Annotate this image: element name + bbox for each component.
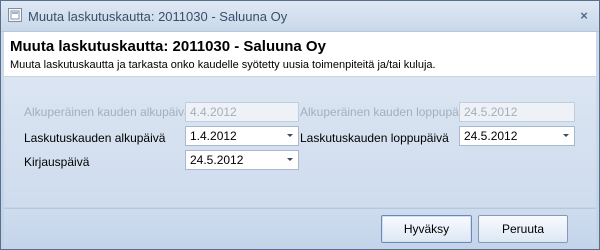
page-title: Muuta laskutuskautta: 2011030 - Saluuna …	[10, 38, 326, 55]
period-start-value: 1.4.2012	[190, 129, 237, 143]
period-start-label: Laskutuskauden alkupäivä	[24, 131, 166, 145]
period-start-datepicker[interactable]: 1.4.2012	[185, 126, 299, 146]
posting-date-label: Kirjauspäivä	[24, 155, 90, 169]
period-end-label: Laskutuskauden loppupäivä	[300, 131, 449, 145]
period-end-datepicker[interactable]: 24.5.2012	[459, 126, 575, 146]
chevron-down-icon[interactable]	[287, 158, 293, 161]
orig-start-label: Alkuperäinen kauden alkupäivä	[24, 105, 191, 119]
close-icon[interactable]: ×	[577, 9, 591, 23]
chevron-down-icon[interactable]	[287, 134, 293, 137]
posting-date-datepicker[interactable]: 24.5.2012	[185, 150, 299, 170]
page-description: Muuta laskutuskautta ja tarkasta onko ka…	[10, 59, 436, 71]
chevron-down-icon[interactable]	[563, 134, 569, 137]
orig-end-value: 24.5.2012	[464, 105, 518, 119]
dialog-window: Muuta laskutuskautta: 2011030 - Saluuna …	[0, 0, 600, 250]
header-panel: Muuta laskutuskautta: 2011030 - Saluuna …	[4, 32, 596, 77]
accept-button[interactable]: Hyväksy	[381, 215, 472, 243]
button-bar: Hyväksy Peruuta	[4, 208, 596, 249]
orig-start-value: 4.4.2012	[190, 105, 237, 119]
orig-end-label: Alkuperäinen kauden loppupäivä	[300, 105, 475, 119]
posting-date-value: 24.5.2012	[190, 153, 244, 167]
orig-start-field: 4.4.2012	[185, 102, 299, 122]
window-title: Muuta laskutuskautta: 2011030 - Saluuna …	[28, 9, 288, 24]
period-end-value: 24.5.2012	[464, 129, 518, 143]
orig-end-field: 24.5.2012	[459, 102, 575, 122]
title-bar[interactable]: Muuta laskutuskautta: 2011030 - Saluuna …	[1, 1, 599, 32]
cancel-button[interactable]: Peruuta	[478, 215, 568, 243]
form-area: Alkuperäinen kauden alkupäivä 4.4.2012 A…	[4, 77, 596, 207]
window-app-icon	[8, 8, 22, 22]
